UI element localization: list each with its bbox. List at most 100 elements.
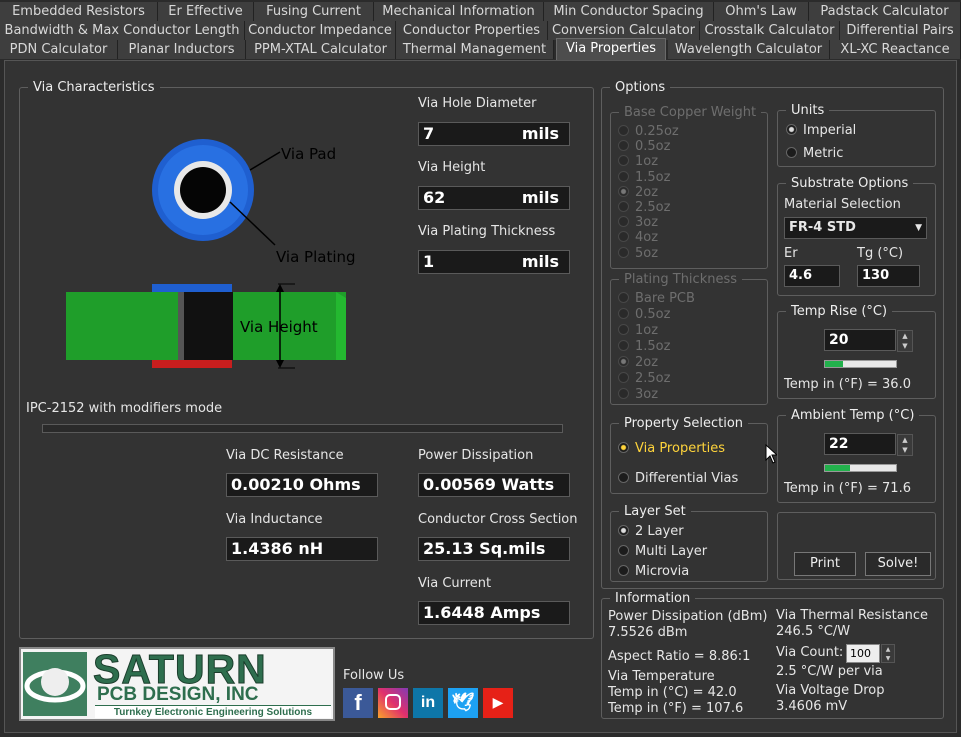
tab-crosstalk-calculator[interactable]: Crosstalk Calculator — [700, 21, 840, 40]
tab-bandwidth[interactable]: Bandwidth & Max Conductor Length — [0, 21, 245, 40]
plating-list-option-label: Bare PCB — [635, 291, 695, 306]
ambient-temp-level-bar — [824, 464, 897, 472]
ambient-temp-value: 22 — [829, 436, 849, 452]
radio-dot — [618, 372, 629, 383]
tab-planar-inductors[interactable]: Planar Inductors — [118, 40, 246, 59]
radio-dot — [618, 125, 629, 136]
via-count-spinner-icon[interactable]: ▲ ▼ — [881, 644, 895, 663]
tab-min-conductor-spacing[interactable]: Min Conductor Spacing — [544, 2, 714, 21]
units-legend: Units — [791, 103, 825, 118]
spinner-arrows-icon[interactable]: ▲ ▼ — [897, 330, 913, 352]
plating-list-option[interactable]: 2oz — [618, 356, 658, 370]
company-logo[interactable]: SATURN PCB DESIGN, INC Turnkey Electroni… — [19, 646, 335, 721]
twitter-icon[interactable]: 🕊 — [448, 688, 478, 718]
tab-conductor-impedance[interactable]: Conductor Impedance — [245, 21, 396, 40]
differential-vias-option-label: Differential Vias — [635, 471, 739, 486]
via-properties-option-label: Via Properties — [635, 441, 726, 456]
microvia-radio[interactable]: Microvia — [618, 565, 689, 579]
tab-ppm-xtal-calculator[interactable]: PPM-XTAL Calculator — [246, 40, 396, 59]
plating-list-option-label: 2oz — [635, 355, 659, 370]
plating-list-option[interactable]: 2.5oz — [618, 372, 670, 386]
temp-f: Temp in (°F) = 107.6 — [608, 701, 744, 716]
tab-pdn-calculator[interactable]: PDN Calculator — [0, 40, 118, 59]
information-legend: Information — [615, 591, 691, 606]
tab-xl-xc-reactance[interactable]: XL-XC Reactance — [830, 40, 961, 59]
radio-dot — [618, 292, 629, 303]
tab-fusing-current[interactable]: Fusing Current — [254, 2, 374, 21]
tab-er-effective[interactable]: Er Effective — [158, 2, 254, 21]
er-field[interactable]: 4.6 — [784, 265, 840, 287]
tab-differential-pairs[interactable]: Differential Pairs — [840, 21, 961, 40]
via-count-input[interactable]: 100 — [846, 644, 880, 663]
property-selection-legend: Property Selection — [624, 416, 744, 431]
copper-list-option-label: 3oz — [635, 215, 659, 231]
tab-via-properties[interactable]: Via Properties — [556, 38, 666, 60]
plating-list-option-label: 1oz — [635, 323, 659, 338]
via-count-label: Via Count: — [776, 645, 844, 660]
copper-list-option[interactable]: 1oz — [618, 155, 658, 169]
voltage-drop-label: Via Voltage Drop — [776, 683, 885, 698]
radio-dot — [618, 216, 629, 228]
copper-list-option[interactable]: 5oz — [618, 246, 658, 261]
instagram-icon[interactable] — [378, 688, 408, 718]
plating-list-option[interactable]: 0.5oz — [618, 308, 670, 322]
inductance-field: 1.4386 nH — [226, 537, 378, 561]
tab-embedded-resistors[interactable]: Embedded Resistors — [0, 2, 158, 21]
plating-thickness-legend: Plating Thickness — [624, 272, 738, 287]
copper-list-option[interactable]: 2oz — [618, 185, 658, 200]
spinner-arrows-icon[interactable]: ▲ ▼ — [897, 434, 913, 456]
radio-dot — [618, 472, 629, 483]
copper-list-option[interactable]: 2.5oz — [618, 201, 670, 215]
plating-list-option[interactable]: 1oz — [618, 324, 658, 338]
ambient-temp-readout: Temp in (°F) = 71.6 — [784, 481, 911, 496]
print-button[interactable]: Print — [794, 552, 856, 576]
tab-ohms-law[interactable]: Ohm's Law — [714, 2, 809, 21]
linkedin-icon[interactable]: in — [413, 688, 443, 718]
microvia-label: Microvia — [635, 564, 690, 579]
tab-padstack-calculator[interactable]: Padstack Calculator — [809, 2, 961, 21]
follow-us-label: Follow Us — [343, 668, 405, 683]
radio-dot — [618, 308, 629, 319]
aspect-ratio: Aspect Ratio = 8.86:1 — [608, 649, 751, 664]
facebook-icon[interactable]: f — [343, 688, 373, 718]
via-current-label: Via Current — [418, 576, 492, 591]
plating-list-option[interactable]: Bare PCB — [618, 292, 695, 306]
via-current-field: 1.6448 Amps — [418, 601, 570, 625]
layer-set-legend: Layer Set — [624, 504, 686, 519]
copper-list-option[interactable]: 4oz — [618, 231, 658, 245]
two-layer-radio[interactable]: 2 Layer — [618, 525, 684, 539]
plating-list-option[interactable]: 1.5oz — [618, 340, 670, 354]
radio-dot — [618, 170, 629, 182]
tab-conductor-properties[interactable]: Conductor Properties — [396, 21, 548, 40]
tg-field[interactable]: 130 — [857, 265, 920, 287]
tab-thermal-management[interactable]: Thermal Management — [396, 40, 554, 59]
hole-diameter-field[interactable]: 7 mils — [418, 122, 570, 146]
via-hole-shape — [180, 167, 226, 213]
solve-button[interactable]: Solve! — [865, 552, 931, 576]
differential-vias-radio[interactable]: Differential Vias — [618, 472, 738, 486]
youtube-icon[interactable]: ▶ — [483, 688, 513, 718]
saturn-logo-icon — [23, 652, 87, 716]
plating-thickness-field[interactable]: 1 mils — [418, 250, 570, 274]
copper-list-option[interactable]: 1.5oz — [618, 170, 670, 185]
tab-mechanical-information[interactable]: Mechanical Information — [374, 2, 544, 21]
ambient-temp-spinner[interactable]: 22 ▲ ▼ — [824, 433, 913, 456]
plating-list-option[interactable]: 3oz — [618, 388, 658, 402]
copper-list-option[interactable]: 0.5oz — [618, 140, 670, 154]
temp-rise-spinner[interactable]: 20 ▲ ▼ — [824, 329, 913, 352]
plating-list-option-label: 3oz — [635, 387, 659, 402]
copper-list-option[interactable]: 3oz — [618, 216, 658, 230]
multi-layer-radio[interactable]: Multi Layer — [618, 545, 707, 559]
tab-wavelength-calculator[interactable]: Wavelength Calculator — [668, 40, 830, 59]
copper-list-option[interactable]: 0.25oz — [618, 125, 679, 139]
units-metric-radio[interactable]: Metric — [786, 147, 843, 161]
plating-list-option-label: 1.5oz — [635, 339, 671, 354]
material-select[interactable]: FR-4 STD ▼ — [784, 217, 927, 239]
copper-list-option-label: 1oz — [635, 154, 659, 170]
via-height-field[interactable]: 62 mils — [418, 186, 570, 210]
via-properties-radio[interactable]: Via Properties — [618, 442, 725, 456]
radio-dot — [618, 525, 629, 536]
units-imperial-radio[interactable]: Imperial — [786, 124, 856, 138]
radio-dot — [786, 147, 797, 158]
ambient-temp-fill — [825, 465, 850, 471]
